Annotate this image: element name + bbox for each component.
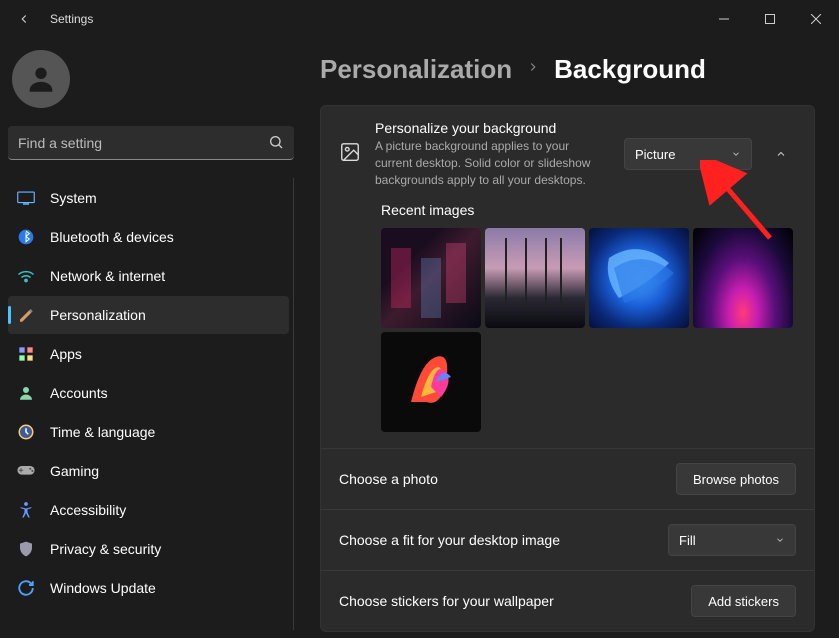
sidebar-item-update[interactable]: Windows Update xyxy=(8,569,289,607)
sidebar-item-label: Personalization xyxy=(50,307,146,323)
sidebar-item-account[interactable]: Accounts xyxy=(8,374,289,412)
breadcrumb: Personalization Background xyxy=(320,54,815,85)
stickers-label: Choose stickers for your wallpaper xyxy=(339,593,554,609)
account-icon xyxy=(16,383,36,403)
breadcrumb-parent[interactable]: Personalization xyxy=(320,54,512,85)
add-stickers-button[interactable]: Add stickers xyxy=(691,585,796,617)
chevron-down-icon xyxy=(731,147,741,162)
stickers-row: Choose stickers for your wallpaper Add s… xyxy=(321,570,814,631)
sidebar-item-accessibility[interactable]: Accessibility xyxy=(8,491,289,529)
recent-image-thumb[interactable] xyxy=(589,228,689,328)
gaming-icon xyxy=(16,461,36,481)
accessibility-icon xyxy=(16,500,36,520)
recent-images-section: Recent images xyxy=(321,202,814,448)
sidebar-item-wifi[interactable]: Network & internet xyxy=(8,257,289,295)
main-content: Personalization Background Personalize y… xyxy=(300,38,839,638)
expander-title: Personalize your background xyxy=(375,120,610,136)
recent-image-thumb[interactable] xyxy=(485,228,585,328)
breadcrumb-current: Background xyxy=(554,54,706,85)
sidebar-item-system[interactable]: System xyxy=(8,179,289,217)
chevron-down-icon xyxy=(775,533,785,548)
search-box[interactable] xyxy=(8,126,294,160)
fit-dropdown[interactable]: Fill xyxy=(668,524,796,556)
apps-icon xyxy=(16,344,36,364)
privacy-icon xyxy=(16,539,36,559)
sidebar-item-label: Windows Update xyxy=(50,580,156,596)
choose-photo-row: Choose a photo Browse photos xyxy=(321,448,814,509)
maximize-button[interactable] xyxy=(747,0,793,38)
sidebar-item-label: Bluetooth & devices xyxy=(50,229,174,245)
window-title: Settings xyxy=(50,12,93,26)
sidebar-item-brush[interactable]: Personalization xyxy=(8,296,289,334)
back-button[interactable] xyxy=(10,5,38,33)
sidebar-item-privacy[interactable]: Privacy & security xyxy=(8,530,289,568)
recent-image-thumb[interactable] xyxy=(381,228,481,328)
sidebar: System Bluetooth & devices Network & inter… xyxy=(0,38,300,638)
avatar[interactable] xyxy=(12,50,70,108)
sidebar-item-label: System xyxy=(50,190,97,206)
time-icon xyxy=(16,422,36,442)
brush-icon xyxy=(16,305,36,325)
titlebar: Settings xyxy=(0,0,839,38)
nav-list: System Bluetooth & devices Network & inter… xyxy=(8,178,294,630)
sidebar-item-gaming[interactable]: Gaming xyxy=(8,452,289,490)
browse-photos-button[interactable]: Browse photos xyxy=(676,463,796,495)
sidebar-item-time[interactable]: Time & language xyxy=(8,413,289,451)
bluetooth-icon xyxy=(16,227,36,247)
background-card: Personalize your background A picture ba… xyxy=(320,105,815,632)
system-icon xyxy=(16,188,36,208)
sidebar-item-label: Apps xyxy=(50,346,82,362)
sidebar-item-label: Time & language xyxy=(50,424,155,440)
recent-images-title: Recent images xyxy=(381,202,796,218)
sidebar-item-label: Privacy & security xyxy=(50,541,161,557)
close-button[interactable] xyxy=(793,0,839,38)
wifi-icon xyxy=(16,266,36,286)
sidebar-item-bluetooth[interactable]: Bluetooth & devices xyxy=(8,218,289,256)
image-icon xyxy=(339,141,361,168)
expander-header[interactable]: Personalize your background A picture ba… xyxy=(321,106,814,202)
fit-label: Choose a fit for your desktop image xyxy=(339,532,560,548)
recent-image-thumb[interactable] xyxy=(381,332,481,432)
collapse-button[interactable] xyxy=(766,139,796,169)
minimize-button[interactable] xyxy=(701,0,747,38)
sidebar-item-apps[interactable]: Apps xyxy=(8,335,289,373)
expander-description: A picture background applies to your cur… xyxy=(375,138,605,188)
dropdown-value: Picture xyxy=(635,147,675,162)
background-type-dropdown[interactable]: Picture xyxy=(624,138,752,170)
sidebar-item-label: Gaming xyxy=(50,463,99,479)
sidebar-item-label: Accessibility xyxy=(50,502,126,518)
recent-image-thumb[interactable] xyxy=(693,228,793,328)
chevron-right-icon xyxy=(526,60,540,79)
dropdown-value: Fill xyxy=(679,533,696,548)
search-icon xyxy=(268,134,284,155)
fit-row: Choose a fit for your desktop image Fill xyxy=(321,509,814,570)
sidebar-item-label: Network & internet xyxy=(50,268,165,284)
choose-photo-label: Choose a photo xyxy=(339,471,438,487)
sidebar-item-label: Accounts xyxy=(50,385,108,401)
search-input[interactable] xyxy=(8,126,294,160)
update-icon xyxy=(16,578,36,598)
